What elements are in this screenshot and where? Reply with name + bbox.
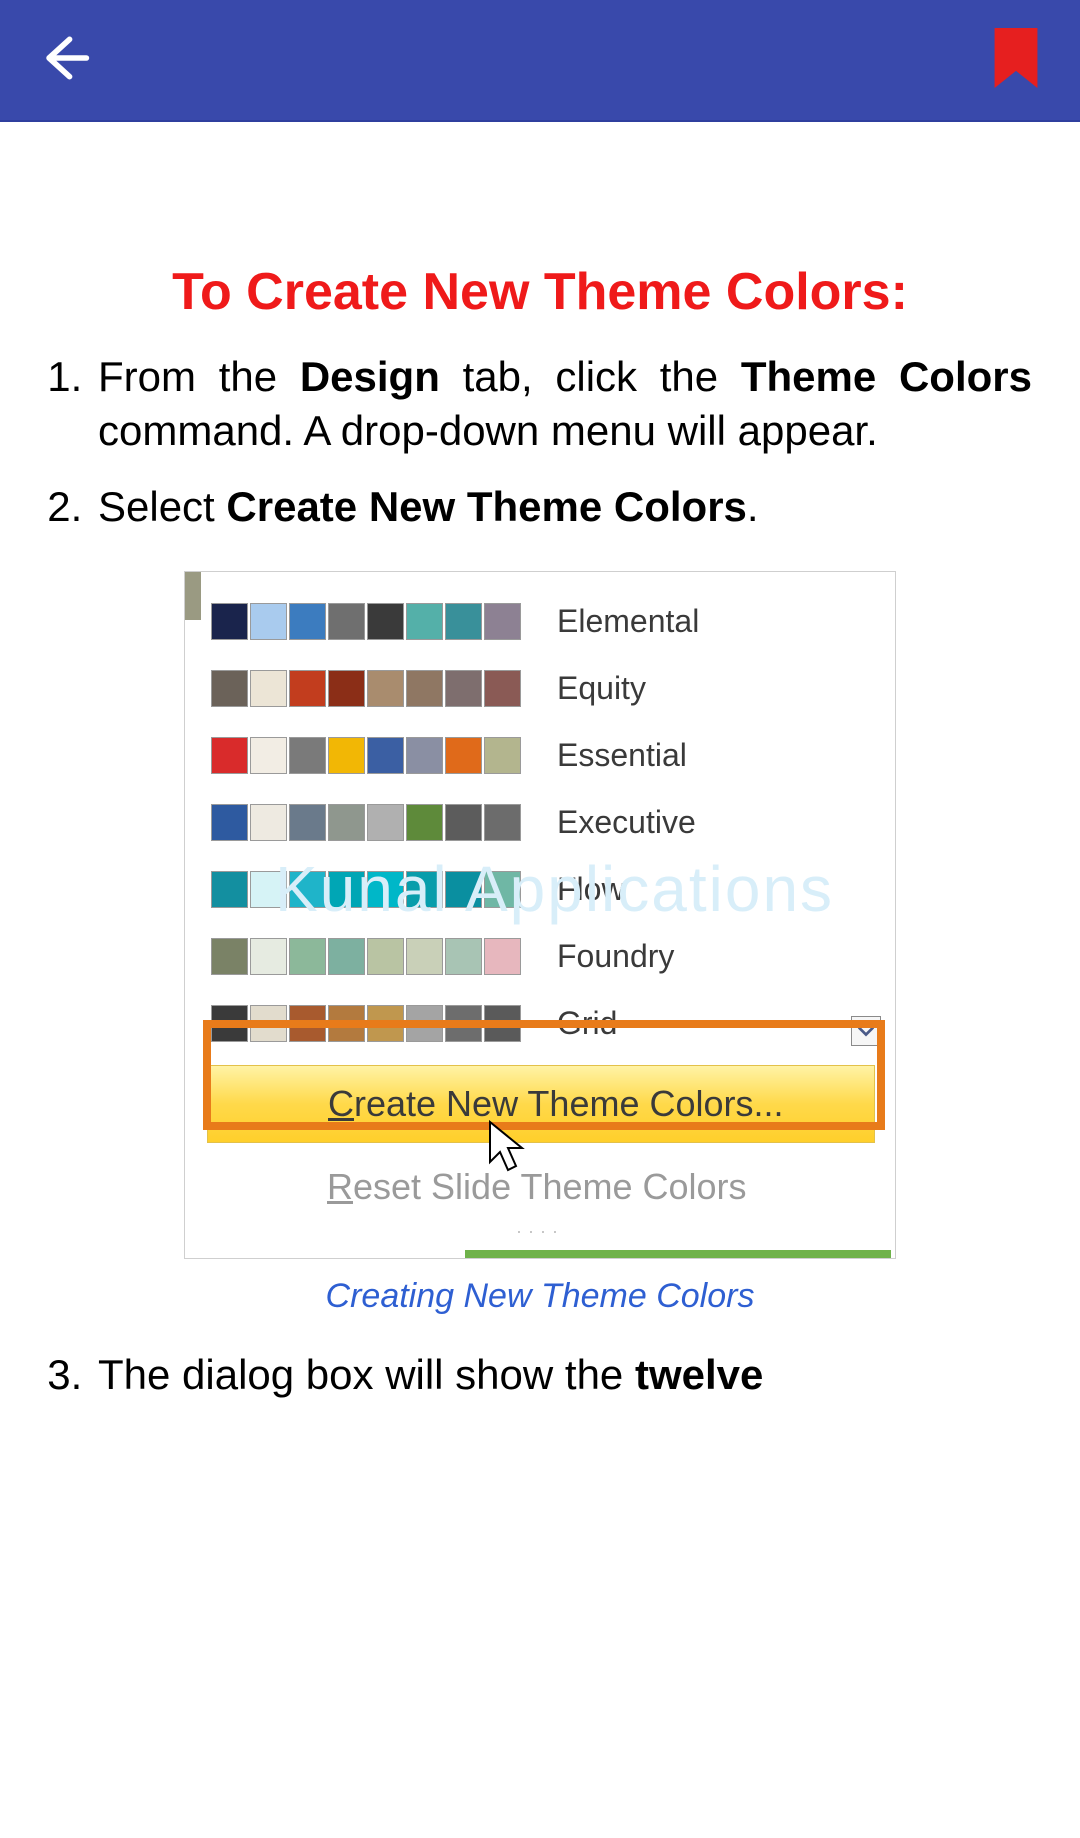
color-swatch xyxy=(250,871,287,908)
highlight-box xyxy=(203,1020,885,1130)
color-swatch xyxy=(367,603,404,640)
resize-handle-icon[interactable]: ···· xyxy=(185,1217,895,1248)
side-strip xyxy=(185,572,201,620)
swatch-strip xyxy=(211,871,521,908)
color-swatch xyxy=(484,603,521,640)
app-bar xyxy=(0,0,1080,122)
back-arrow-icon[interactable] xyxy=(36,30,92,91)
step-2: Select Create New Theme Colors. xyxy=(94,480,1032,534)
color-swatch xyxy=(250,804,287,841)
dropdown-screenshot: Kunal Applications ElementalEquityEssent… xyxy=(184,571,896,1259)
color-swatch xyxy=(445,670,482,707)
section-heading: To Create New Theme Colors: xyxy=(48,262,1032,322)
color-swatch xyxy=(406,871,443,908)
color-swatch xyxy=(211,670,248,707)
color-swatch xyxy=(289,670,326,707)
color-swatch xyxy=(406,670,443,707)
color-swatch xyxy=(211,603,248,640)
color-swatch xyxy=(211,938,248,975)
steps-list: From the Design tab, click the Theme Col… xyxy=(48,350,1032,533)
color-swatch xyxy=(211,871,248,908)
theme-option[interactable]: Equity xyxy=(211,655,895,722)
color-swatch xyxy=(250,603,287,640)
figure-caption: Creating New Theme Colors xyxy=(326,1277,755,1316)
color-swatch xyxy=(328,670,365,707)
color-swatch xyxy=(406,938,443,975)
article-body: To Create New Theme Colors: From the Des… xyxy=(0,122,1080,1402)
color-swatch xyxy=(445,737,482,774)
color-swatch xyxy=(406,804,443,841)
color-swatch xyxy=(250,670,287,707)
steps-list-cont: The dialog box will show the twelve xyxy=(48,1348,1032,1402)
theme-option[interactable]: Elemental xyxy=(211,588,895,655)
color-swatch xyxy=(445,804,482,841)
theme-label: Foundry xyxy=(557,938,674,975)
color-swatch xyxy=(367,670,404,707)
theme-option[interactable]: Foundry xyxy=(211,923,895,990)
color-swatch xyxy=(445,938,482,975)
decorative-bar xyxy=(465,1250,891,1258)
color-swatch xyxy=(328,737,365,774)
color-swatch xyxy=(367,938,404,975)
swatch-strip xyxy=(211,938,521,975)
color-swatch xyxy=(289,871,326,908)
color-swatch xyxy=(250,737,287,774)
color-swatch xyxy=(367,737,404,774)
color-swatch xyxy=(406,603,443,640)
theme-label: Essential xyxy=(557,737,687,774)
swatch-strip xyxy=(211,603,521,640)
theme-option[interactable]: Executive xyxy=(211,789,895,856)
swatch-strip xyxy=(211,804,521,841)
color-swatch xyxy=(289,603,326,640)
theme-label: Flow xyxy=(557,871,625,908)
theme-label: Equity xyxy=(557,670,646,707)
step-1: From the Design tab, click the Theme Col… xyxy=(94,350,1032,458)
reset-theme-colors-button[interactable]: Reset Slide Theme Colors xyxy=(207,1157,873,1217)
bookmark-icon[interactable] xyxy=(988,28,1044,93)
theme-label: Elemental xyxy=(557,603,699,640)
color-swatch xyxy=(328,603,365,640)
figure: Kunal Applications ElementalEquityEssent… xyxy=(48,571,1032,1316)
theme-option[interactable]: Flow xyxy=(211,856,895,923)
color-swatch xyxy=(367,871,404,908)
swatch-strip xyxy=(211,737,521,774)
color-swatch xyxy=(484,804,521,841)
color-swatch xyxy=(211,804,248,841)
color-swatch xyxy=(328,871,365,908)
color-swatch xyxy=(406,737,443,774)
step-3: The dialog box will show the twelve xyxy=(94,1348,1032,1402)
color-swatch xyxy=(328,804,365,841)
theme-list: Elemental Equity Essential Executive Flow Fou… xyxy=(185,572,895,1057)
color-swatch xyxy=(445,603,482,640)
color-swatch xyxy=(484,938,521,975)
color-swatch xyxy=(289,804,326,841)
swatch-strip xyxy=(211,670,521,707)
color-swatch xyxy=(250,938,287,975)
color-swatch xyxy=(289,938,326,975)
color-swatch xyxy=(484,871,521,908)
color-swatch xyxy=(211,737,248,774)
color-swatch xyxy=(328,938,365,975)
color-swatch xyxy=(289,737,326,774)
theme-label: Executive xyxy=(557,804,696,841)
color-swatch xyxy=(367,804,404,841)
color-swatch xyxy=(445,871,482,908)
color-swatch xyxy=(484,670,521,707)
color-swatch xyxy=(484,737,521,774)
theme-option[interactable]: Essential xyxy=(211,722,895,789)
